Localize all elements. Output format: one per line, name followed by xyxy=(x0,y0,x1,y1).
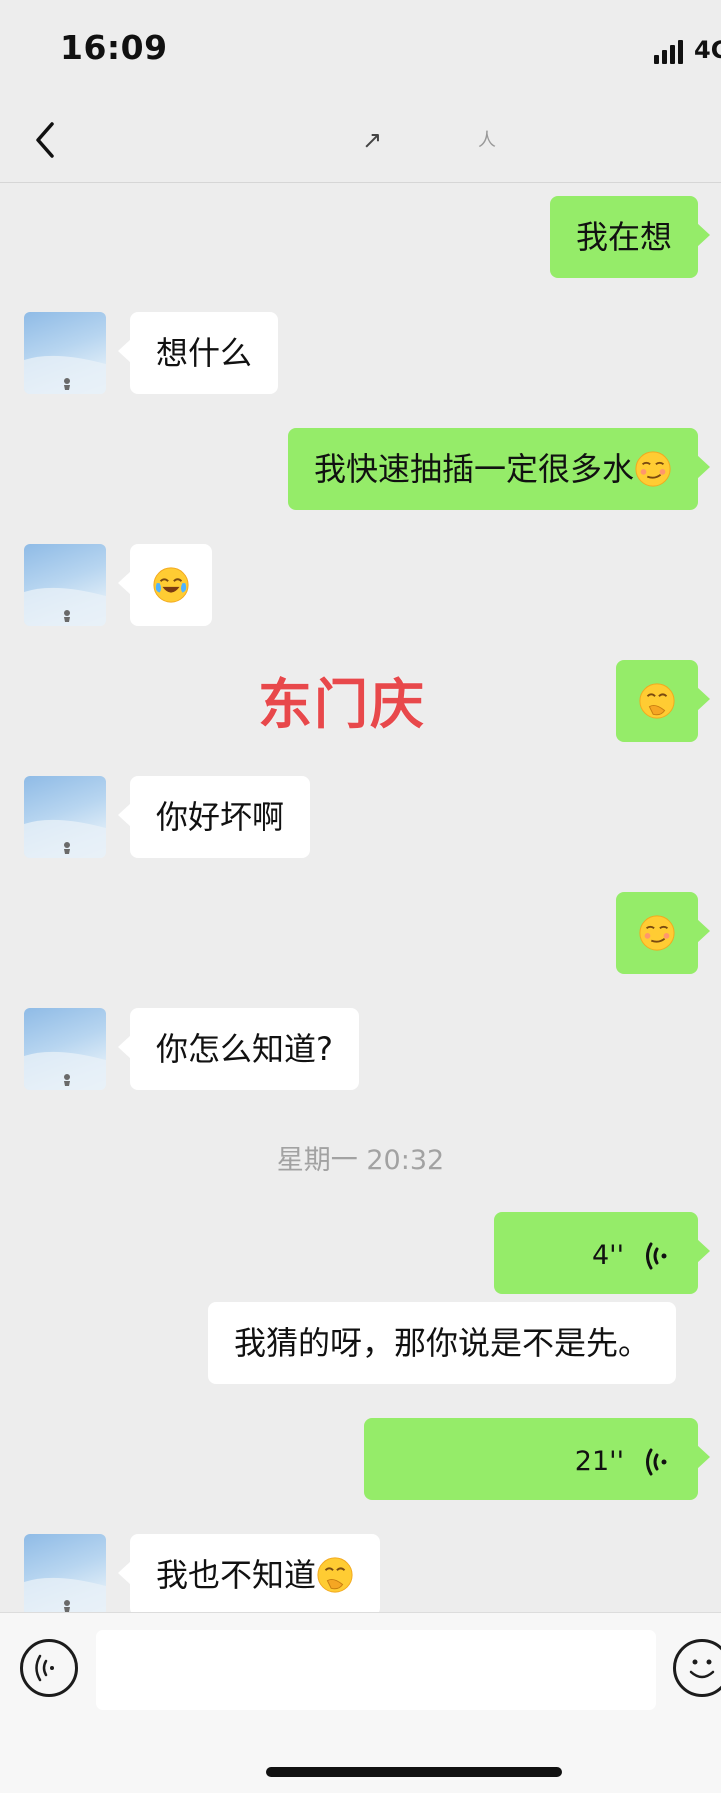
contact-avatar[interactable] xyxy=(24,1534,106,1616)
received-message[interactable]: 你好坏啊 xyxy=(117,776,311,858)
network-label: 4G xyxy=(694,36,721,64)
message-text: 我快速抽插一定很多水 xyxy=(313,450,634,488)
sent-emoji-message[interactable] xyxy=(616,892,710,974)
input-bar xyxy=(0,1612,721,1793)
contact-avatar[interactable] xyxy=(24,1008,106,1090)
voice-duration: 4'' xyxy=(591,1240,624,1271)
message-text: 想什么 xyxy=(156,334,253,372)
contact-avatar[interactable] xyxy=(24,776,106,858)
message-text: 我在想 xyxy=(575,218,672,256)
contact-name: ↗ 人 xyxy=(340,122,496,162)
chat-header: ↗ 人 xyxy=(0,100,721,183)
transcript-text: 我猜的呀，那你说是不是先。 xyxy=(234,1324,651,1362)
sent-voice-message[interactable]: 4'' xyxy=(494,1212,710,1294)
status-time: 16:09 xyxy=(60,28,168,67)
tears-of-joy-emoji-icon xyxy=(153,567,189,603)
emoji-picker-icon xyxy=(689,1659,715,1679)
chevron-left-icon xyxy=(36,122,54,158)
voice-duration: 21'' xyxy=(574,1446,624,1477)
emoji-picker-button[interactable] xyxy=(673,1639,721,1697)
smirk-emoji-icon xyxy=(635,451,671,487)
sent-message[interactable]: 我在想 xyxy=(549,196,711,278)
message-text: 你怎么知道? xyxy=(156,1030,333,1068)
smirk-emoji-icon xyxy=(639,915,675,951)
voice-input-icon xyxy=(35,1654,54,1682)
received-message[interactable]: 你怎么知道? xyxy=(118,1008,359,1090)
watermark-text: 东门庆 xyxy=(258,673,426,736)
voice-transcript: 我猜的呀，那你说是不是先。 xyxy=(208,1302,677,1384)
received-emoji-message[interactable] xyxy=(118,544,212,626)
voice-wave-icon xyxy=(646,1448,667,1476)
title-fragment-right: 人 xyxy=(478,130,496,151)
signal-icon xyxy=(654,40,684,64)
contact-avatar[interactable] xyxy=(24,544,106,626)
title-fragment-left: ↗ xyxy=(362,126,383,154)
received-message[interactable]: 我也不知道 xyxy=(117,1534,381,1616)
hand-over-mouth-emoji-icon xyxy=(639,683,675,719)
sent-message[interactable]: 我快速抽插一定很多水 xyxy=(287,428,711,510)
hand-over-mouth-emoji-icon xyxy=(317,1557,353,1593)
home-indicator[interactable] xyxy=(266,1767,562,1777)
sent-voice-message[interactable]: 21'' xyxy=(364,1418,710,1500)
message-text: 你好坏啊 xyxy=(156,798,285,836)
voice-input-button[interactable] xyxy=(20,1639,78,1697)
contact-avatar[interactable] xyxy=(24,312,106,394)
status-bar: 16:09 4G xyxy=(0,0,721,100)
message-text: 我也不知道 xyxy=(156,1556,317,1594)
voice-wave-icon xyxy=(646,1242,667,1270)
back-button[interactable] xyxy=(30,118,70,162)
sent-emoji-message[interactable] xyxy=(616,660,710,742)
chat-timestamp: 星期一 20:32 xyxy=(276,1145,445,1176)
received-message[interactable]: 想什么 xyxy=(117,312,279,394)
message-input[interactable] xyxy=(96,1630,656,1710)
